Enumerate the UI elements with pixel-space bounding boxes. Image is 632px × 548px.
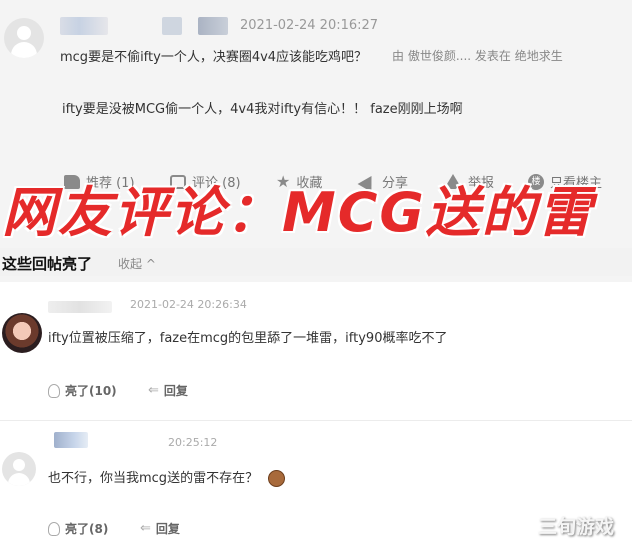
title-banner: 网友评论：MCG送的雷 <box>2 181 594 244</box>
blurred-username <box>54 432 88 448</box>
emoji-icon <box>268 470 286 487</box>
lightbulb-icon <box>48 521 60 536</box>
section-header <box>0 248 632 276</box>
blurred-username <box>48 301 112 313</box>
reply-text-content: 也不行，你当我mcg送的雷不存在？ <box>48 471 259 486</box>
reply-timestamp: 2021-02-24 20:26:34 <box>130 298 247 311</box>
collapse-toggle[interactable]: 收起 ^ <box>118 255 156 272</box>
light-button[interactable]: 亮了(8) <box>48 520 108 537</box>
reply-timestamp: 20:25:12 <box>168 436 218 449</box>
watermark: 三旬游戏 <box>538 516 615 538</box>
section-title: 这些回帖亮了 <box>2 255 93 273</box>
reply-arrow-icon: ⇐ <box>148 383 159 398</box>
quoted-text: mcg要是不偷ifty一个人，决赛圈4v4应该能吃鸡吧？ <box>60 50 368 65</box>
replies-list <box>0 282 632 548</box>
reply-label: 回复 <box>163 384 188 398</box>
user-avatar[interactable] <box>2 452 36 486</box>
light-label: 亮了(10) <box>65 384 117 398</box>
reply-button[interactable]: ⇐ 回复 <box>148 382 188 399</box>
reply-text: 也不行，你当我mcg送的雷不存在？ <box>48 467 286 487</box>
reply-label: 回复 <box>155 522 180 536</box>
reply-arrow-icon: ⇐ <box>140 521 151 536</box>
light-button[interactable]: 亮了(10) <box>48 382 117 399</box>
reply-button[interactable]: ⇐ 回复 <box>140 520 180 537</box>
light-label: 亮了(8) <box>65 522 109 536</box>
blurred-badge <box>162 17 182 35</box>
lightbulb-icon <box>48 383 60 398</box>
user-avatar[interactable] <box>4 18 44 58</box>
post-timestamp: 2021-02-24 20:16:27 <box>240 18 379 33</box>
blurred-username <box>60 17 108 35</box>
user-avatar[interactable] <box>2 313 42 353</box>
reply-divider <box>0 420 632 421</box>
reply-text: ifty位置被压缩了，faze在mcg的包里舔了一堆雷，ifty90概率吃不了 <box>48 331 448 346</box>
quote-source[interactable]: 由 傲世俊颜.... 发表在 绝地求生 <box>392 47 563 64</box>
post-body: ifty要是没被MCG偷一个人，4v4我对ifty有信心！！ faze刚刚上场啊 <box>62 102 463 117</box>
blurred-badge <box>198 17 228 35</box>
